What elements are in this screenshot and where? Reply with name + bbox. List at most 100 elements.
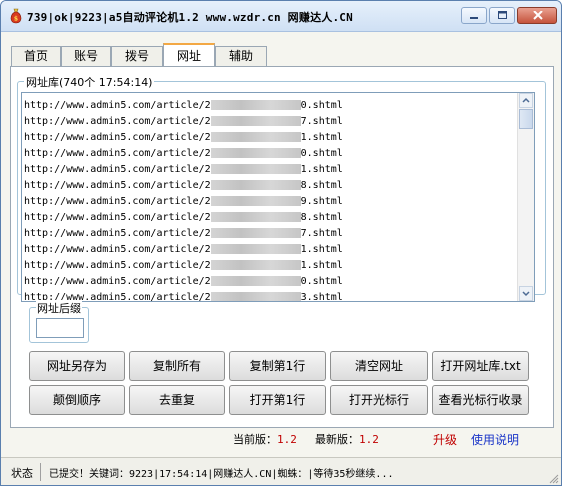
url-list-item[interactable]: http://www.admin5.com/article/2 3.shtml bbox=[22, 290, 516, 302]
reverse-order-button[interactable]: 颠倒顺序 bbox=[29, 385, 125, 415]
url-prefix: http://www.admin5.com/article/2 bbox=[24, 148, 211, 159]
url-prefix: http://www.admin5.com/article/2 bbox=[24, 276, 211, 287]
url-list-item[interactable]: http://www.admin5.com/article/2 8.shtml bbox=[22, 178, 516, 194]
maximize-button[interactable] bbox=[489, 7, 515, 24]
masked-url-segment bbox=[210, 100, 301, 110]
url-library-label: 网址库(740个 17:54:14) bbox=[24, 74, 155, 90]
scroll-thumb[interactable] bbox=[519, 109, 533, 129]
open-url-library-button[interactable]: 打开网址库.txt bbox=[432, 351, 529, 381]
minimize-button[interactable] bbox=[461, 7, 487, 24]
masked-url-segment bbox=[210, 148, 301, 158]
url-suffix: 3.shtml bbox=[300, 292, 343, 302]
tab-accounts[interactable]: 账号 bbox=[61, 46, 111, 66]
check-indexing-button[interactable]: 查看光标行收录 bbox=[432, 385, 529, 415]
url-suffix: 1.shtml bbox=[300, 132, 343, 143]
minimize-icon bbox=[470, 17, 478, 19]
current-version-label: 当前版： bbox=[233, 433, 277, 446]
url-list[interactable]: http://www.admin5.com/article/2 0.shtml ht… bbox=[21, 92, 535, 302]
chevron-up-icon bbox=[522, 97, 530, 103]
url-rows: http://www.admin5.com/article/2 0.shtml ht… bbox=[22, 98, 516, 302]
url-prefix: http://www.admin5.com/article/2 bbox=[24, 260, 211, 271]
masked-url-segment bbox=[210, 196, 301, 206]
masked-url-segment bbox=[210, 116, 301, 126]
masked-url-segment bbox=[210, 244, 301, 254]
tab-dialup[interactable]: 拨号 bbox=[111, 46, 163, 66]
url-list-item[interactable]: http://www.admin5.com/article/2 1.shtml bbox=[22, 258, 516, 274]
open-first-line-button[interactable]: 打开第1行 bbox=[229, 385, 326, 415]
money-bag-icon: $ bbox=[10, 8, 22, 24]
masked-url-segment bbox=[210, 164, 301, 174]
url-list-item[interactable]: http://www.admin5.com/article/2 7.shtml bbox=[22, 226, 516, 242]
status-divider bbox=[40, 463, 41, 481]
url-suffix: 1.shtml bbox=[300, 260, 343, 271]
url-prefix: http://www.admin5.com/article/2 bbox=[24, 228, 211, 239]
resize-grip-icon[interactable] bbox=[547, 472, 559, 484]
copy-all-button[interactable]: 复制所有 bbox=[129, 351, 225, 381]
status-label: 状态 bbox=[11, 467, 33, 480]
chevron-down-icon bbox=[522, 291, 530, 297]
url-list-item[interactable]: http://www.admin5.com/article/2 0.shtml bbox=[22, 98, 516, 114]
scroll-down-button[interactable] bbox=[519, 286, 533, 301]
masked-url-segment bbox=[210, 260, 301, 270]
url-suffix: 7.shtml bbox=[300, 228, 343, 239]
tab-home[interactable]: 首页 bbox=[11, 46, 61, 66]
masked-url-segment bbox=[210, 180, 301, 190]
url-list-item[interactable]: http://www.admin5.com/article/2 1.shtml bbox=[22, 242, 516, 258]
url-suffix: 9.shtml bbox=[300, 196, 343, 207]
url-list-scrollbar[interactable] bbox=[517, 93, 534, 301]
open-cursor-line-button[interactable]: 打开光标行 bbox=[330, 385, 428, 415]
close-button[interactable] bbox=[517, 7, 557, 24]
url-suffix-label: 网址后缀 bbox=[36, 300, 82, 316]
url-list-item[interactable]: http://www.admin5.com/article/2 0.shtml bbox=[22, 146, 516, 162]
masked-url-segment bbox=[210, 212, 301, 222]
url-prefix: http://www.admin5.com/article/2 bbox=[24, 100, 211, 111]
current-version-value: 1.2 bbox=[277, 433, 297, 446]
url-list-item[interactable]: http://www.admin5.com/article/2 1.shtml bbox=[22, 162, 516, 178]
app-window: $ 739|ok|9223|a5自动评论机1.2 www.wzdr.cn 网赚达… bbox=[0, 0, 562, 486]
url-suffix-input[interactable] bbox=[36, 318, 84, 338]
url-suffix: 1.shtml bbox=[300, 164, 343, 175]
url-prefix: http://www.admin5.com/article/2 bbox=[24, 212, 211, 223]
status-text: 已提交！关键词：9223|17:54:14|网赚达人.CN|蜘蛛：|等待35秒继… bbox=[49, 469, 394, 480]
help-link[interactable]: 使用说明 bbox=[471, 431, 519, 448]
latest-version: 最新版：1.2 bbox=[315, 431, 379, 447]
url-suffix: 8.shtml bbox=[300, 180, 343, 191]
url-prefix: http://www.admin5.com/article/2 bbox=[24, 132, 211, 143]
scroll-up-button[interactable] bbox=[519, 93, 533, 108]
title-bar[interactable]: $ 739|ok|9223|a5自动评论机1.2 www.wzdr.cn 网赚达… bbox=[1, 1, 561, 32]
copy-first-line-button[interactable]: 复制第1行 bbox=[229, 351, 326, 381]
window-title: 739|ok|9223|a5自动评论机1.2 www.wzdr.cn 网赚达人.… bbox=[27, 11, 353, 24]
svg-text:$: $ bbox=[14, 16, 18, 23]
url-prefix: http://www.admin5.com/article/2 bbox=[24, 196, 211, 207]
status-bar: 状态 已提交！关键词：9223|17:54:14|网赚达人.CN|蜘蛛：|等待3… bbox=[1, 457, 561, 485]
upgrade-link[interactable]: 升级 bbox=[433, 431, 457, 448]
url-tab-panel: 网址库(740个 17:54:14) http://www.admin5.com… bbox=[10, 66, 554, 428]
url-list-item[interactable]: http://www.admin5.com/article/2 8.shtml bbox=[22, 210, 516, 226]
url-prefix: http://www.admin5.com/article/2 bbox=[24, 116, 211, 127]
masked-url-segment bbox=[210, 132, 301, 142]
url-suffix: 7.shtml bbox=[300, 116, 343, 127]
url-suffix: 0.shtml bbox=[300, 276, 343, 287]
masked-url-segment bbox=[210, 292, 301, 301]
close-icon bbox=[533, 11, 543, 20]
url-prefix: http://www.admin5.com/article/2 bbox=[24, 180, 211, 191]
url-suffix: 0.shtml bbox=[300, 148, 343, 159]
save-urls-as-button[interactable]: 网址另存为 bbox=[29, 351, 125, 381]
url-list-item[interactable]: http://www.admin5.com/article/2 1.shtml bbox=[22, 130, 516, 146]
url-prefix: http://www.admin5.com/article/2 bbox=[24, 164, 211, 175]
url-list-item[interactable]: http://www.admin5.com/article/2 7.shtml bbox=[22, 114, 516, 130]
clear-urls-button[interactable]: 清空网址 bbox=[330, 351, 428, 381]
dedupe-button[interactable]: 去重复 bbox=[129, 385, 225, 415]
url-suffix-group: 网址后缀 bbox=[29, 300, 89, 343]
current-version: 当前版：1.2 bbox=[233, 431, 297, 447]
url-suffix: 0.shtml bbox=[300, 100, 343, 111]
url-list-item[interactable]: http://www.admin5.com/article/2 0.shtml bbox=[22, 274, 516, 290]
maximize-icon bbox=[498, 11, 507, 19]
tab-urls[interactable]: 网址 bbox=[163, 43, 215, 67]
tab-auxiliary[interactable]: 辅助 bbox=[215, 46, 267, 66]
masked-url-segment bbox=[210, 228, 301, 238]
url-suffix: 1.shtml bbox=[300, 244, 343, 255]
masked-url-segment bbox=[210, 276, 301, 286]
url-list-item[interactable]: http://www.admin5.com/article/2 9.shtml bbox=[22, 194, 516, 210]
latest-version-label: 最新版： bbox=[315, 433, 359, 446]
